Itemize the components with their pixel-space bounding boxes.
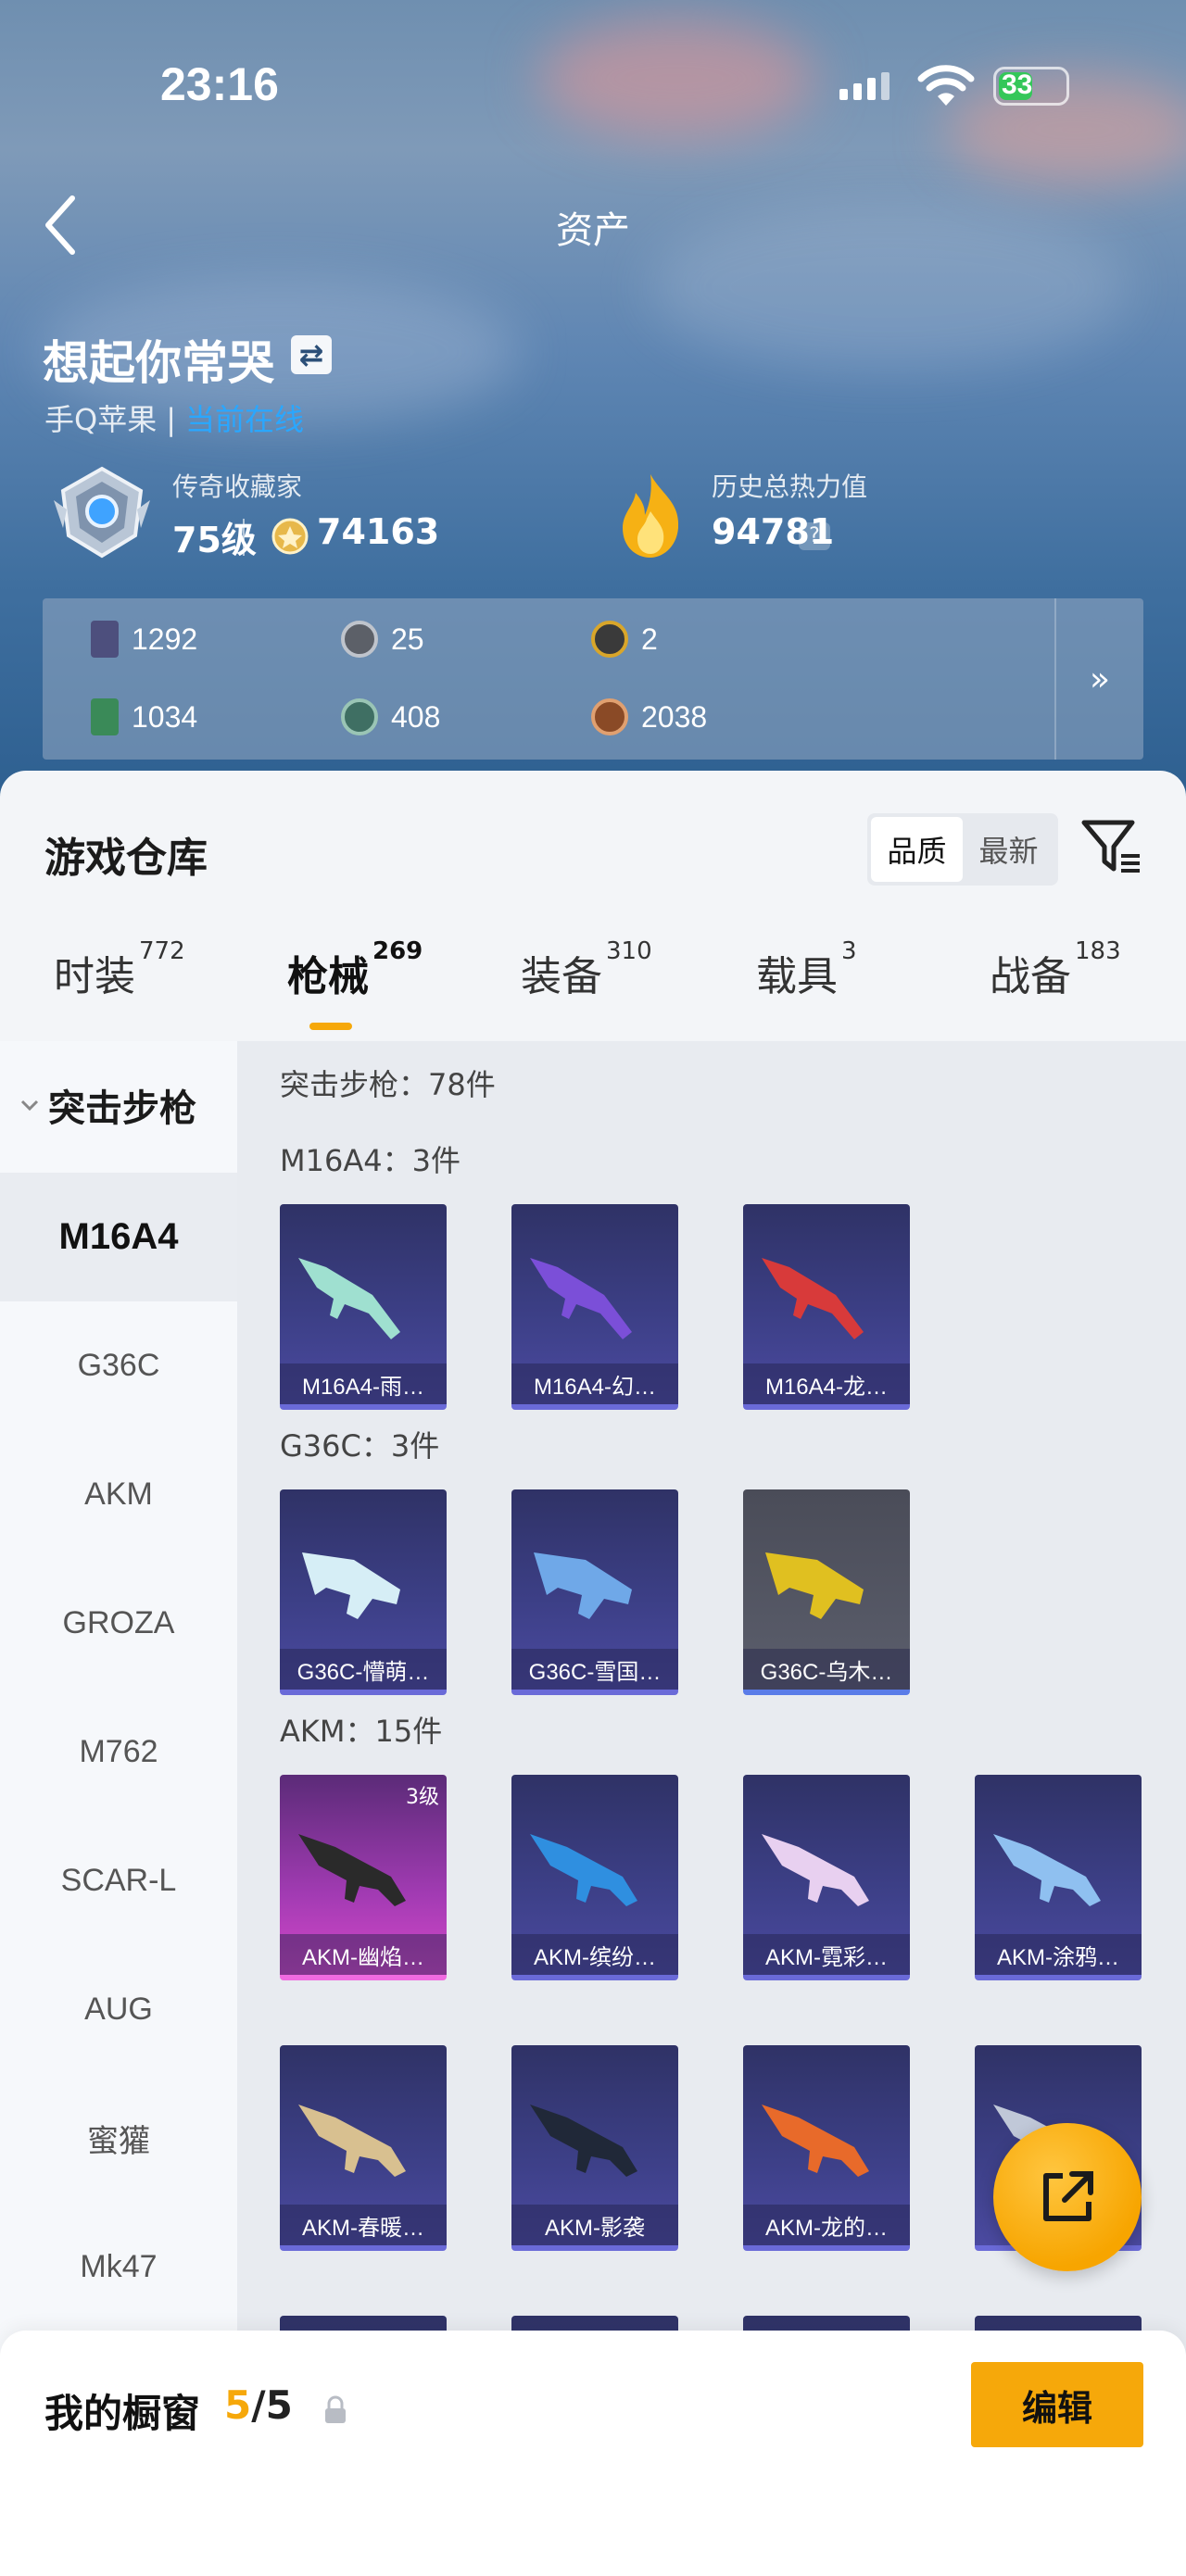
rifle-icon [298, 2105, 406, 2177]
skin-card[interactable]: 3级 AKM-幽焰… [280, 1775, 447, 1980]
signal-icon [839, 72, 890, 100]
resource-item: 1034 [91, 698, 197, 735]
skin-card[interactable]: AKM-霓彩… [743, 1775, 910, 1980]
sidebar-item-mk47[interactable]: Mk47 [0, 2203, 237, 2331]
showcase-count: 5/5 [224, 2382, 293, 2428]
resource-item: 1292 [91, 621, 197, 658]
rifle-icon [298, 1258, 400, 1339]
rifle-icon [530, 1258, 632, 1339]
bronze-coin-icon [591, 698, 628, 735]
resource-item: 25 [341, 621, 424, 658]
resource-panel: 1292 25 2 1034 408 2038 » [43, 598, 1143, 760]
platform-label: 手Q苹果 [44, 402, 158, 437]
skin-card[interactable]: AKM-缤纷… [511, 1775, 678, 1980]
showcase-bar: 我的橱窗 5/5 编辑 [0, 2331, 1186, 2576]
resource-item: 2038 [591, 698, 707, 735]
sidebar-item-aug[interactable]: AUG [0, 1945, 237, 2074]
switch-account-icon[interactable]: ⇄ [291, 335, 332, 374]
chevron-down-icon [20, 1100, 39, 1112]
rifle-icon [762, 2105, 869, 2177]
rank-title: 传奇收藏家 [172, 471, 303, 502]
profile-header: 23:16 33 资产 想起你常哭 ⇄ 手Q苹果 | 当前在线 传奇收藏家 75级 … [0, 0, 1186, 834]
rifle-icon [530, 2105, 637, 2177]
group-title-m16a4: M16A4：3件 [280, 1143, 461, 1178]
tab-vehicles[interactable]: 载具3 [756, 937, 857, 1002]
rifle-icon [765, 1552, 864, 1619]
rifle-icon [993, 1834, 1101, 1906]
resources-more-button[interactable]: » [1054, 598, 1143, 760]
silver-coin-icon [341, 621, 378, 658]
share-button[interactable] [993, 2123, 1142, 2271]
showcase-title: 我的橱窗 [44, 2391, 201, 2436]
tab-equipment[interactable]: 装备310 [521, 937, 652, 1002]
section-title: 游戏仓库 [44, 835, 208, 882]
sidebar-item-scar-l[interactable]: SCAR-L [0, 1816, 237, 1945]
tab-fashion[interactable]: 时装772 [54, 937, 185, 1002]
rifle-icon [762, 1834, 869, 1906]
card-icon [91, 621, 119, 658]
sidebar-group-assault-rifles[interactable]: 突击步枪 [19, 1078, 196, 1132]
category-tabs: 时装772 枪械269 装备310 载具3 战备183 [0, 937, 1186, 1028]
sidebar-item-akm[interactable]: AKM [0, 1430, 237, 1559]
collector-coins: 74163 [317, 511, 440, 552]
skin-card[interactable]: AKM-龙的… [743, 2045, 910, 2251]
lock-icon [325, 2395, 346, 2423]
skin-card[interactable]: M16A4-龙… [743, 1204, 910, 1410]
resource-item: 408 [341, 698, 440, 735]
skin-card[interactable]: AKM-影袭 [511, 2045, 678, 2251]
sort-newest-button[interactable]: 最新 [963, 817, 1054, 882]
skin-card[interactable]: G36C-雪国… [511, 1489, 678, 1695]
wifi-icon [917, 65, 975, 106]
tab-supplies[interactable]: 战备183 [990, 937, 1121, 1002]
weapon-sidebar: 突击步枪 M16A4 G36C AKM GROZA M762 SCAR-L AU… [0, 1041, 237, 2486]
flame-icon [623, 474, 679, 558]
sidebar-item-groza[interactable]: GROZA [0, 1559, 237, 1688]
rifle-icon [530, 1834, 637, 1906]
skin-card[interactable]: AKM-春暖… [280, 2045, 447, 2251]
green-card-icon [91, 698, 119, 735]
green-coin-icon [341, 698, 378, 735]
rifle-icon [762, 1258, 864, 1339]
sidebar-item-honey-badger[interactable]: 蜜獾 [0, 2074, 237, 2203]
share-icon [1043, 2171, 1093, 2221]
sort-toggle: 品质 最新 [867, 813, 1058, 886]
weapon-grid: 突击步枪：78件 M16A4：3件 M16A4-雨… M16A4-幻… M16A… [237, 1041, 1186, 2521]
help-icon[interactable]: ? [799, 522, 830, 550]
skin-card[interactable]: M16A4-雨… [280, 1204, 447, 1410]
collector-coin-icon [271, 518, 309, 555]
battery-icon: 33 [993, 67, 1069, 106]
player-name: 想起你常哭 [43, 336, 274, 390]
group-title-g36c: G36C：3件 [280, 1428, 440, 1464]
edit-button[interactable]: 编辑 [971, 2362, 1143, 2447]
status-time: 23:16 [160, 58, 279, 110]
resource-item: 2 [591, 621, 658, 658]
active-tab-indicator [309, 1023, 352, 1030]
page-title: 资产 [556, 209, 630, 252]
rifle-icon [302, 1552, 400, 1619]
rank-badge-icon [54, 466, 150, 559]
skin-card[interactable]: G36C-乌木… [743, 1489, 910, 1695]
skin-card[interactable]: G36C-懵萌… [280, 1489, 447, 1695]
divider [243, 519, 245, 556]
tab-guns[interactable]: 枪械269 [287, 937, 423, 1002]
rifle-icon [298, 1834, 406, 1906]
filter-icon[interactable] [1079, 813, 1143, 878]
online-status: 当前在线 [184, 402, 304, 437]
skin-card[interactable]: M16A4-幻… [511, 1204, 678, 1410]
rifle-icon [534, 1552, 632, 1619]
group-title-akm: AKM：15件 [280, 1714, 443, 1749]
category-total: 突击步枪：78件 [280, 1067, 496, 1102]
platform-line: 手Q苹果 | 当前在线 [44, 402, 304, 437]
warehouse-card: 游戏仓库 品质 最新 时装772 枪械269 装备310 载具3 战备183 突… [0, 771, 1186, 2576]
sort-quality-button[interactable]: 品质 [871, 817, 963, 882]
gold-coin-icon [591, 621, 628, 658]
sidebar-item-m16a4[interactable]: M16A4 [0, 1173, 237, 1301]
sidebar-item-g36c[interactable]: G36C [0, 1301, 237, 1430]
heat-title: 历史总热力值 [712, 471, 868, 502]
skin-card[interactable]: AKM-涂鸦… [975, 1775, 1142, 1980]
sidebar-item-m762[interactable]: M762 [0, 1688, 237, 1816]
